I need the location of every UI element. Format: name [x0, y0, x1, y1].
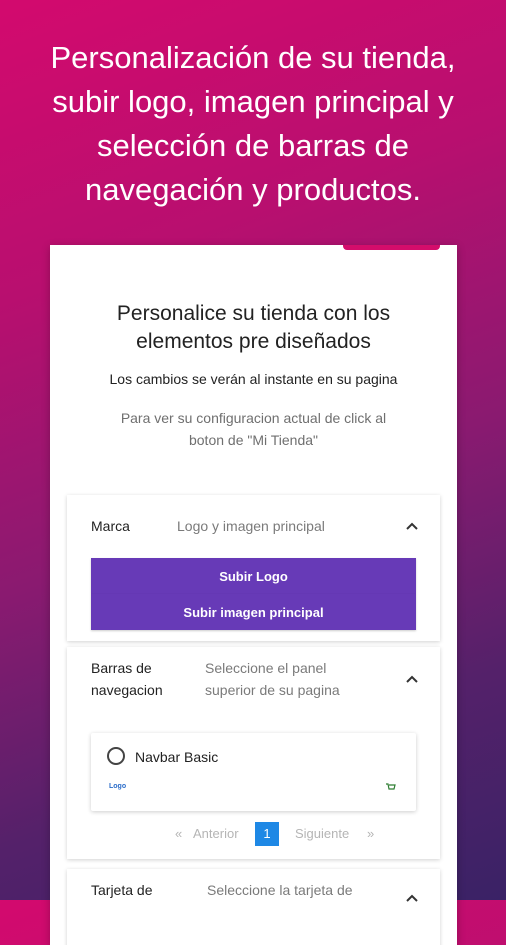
navbars-panel: Barras de navegacion Seleccione el panel…: [67, 647, 440, 859]
headline-line-3: selección de barras de: [97, 128, 409, 163]
navbars-label-line-2: navegacion: [91, 682, 163, 698]
pagination-page-1[interactable]: 1: [255, 822, 279, 846]
navbars-description: Seleccione el panel superior de su pagin…: [205, 657, 340, 701]
title-line-1: Personalice su tienda con los: [116, 302, 391, 325]
upload-main-image-button[interactable]: Subir imagen principal: [91, 594, 416, 630]
navbars-label: Barras de navegacion: [91, 657, 163, 701]
navbars-label-line-1: Barras de: [91, 660, 152, 676]
chevron-up-icon[interactable]: [405, 672, 419, 686]
tarjeta-panel: Tarjeta de Seleccione la tarjeta de: [67, 869, 440, 945]
headline-line-4: navegación y productos.: [84, 172, 422, 207]
pagination-prev-arrow[interactable]: «: [175, 823, 182, 845]
phone-screen-card: Personalice su tienda con los elementos …: [50, 245, 457, 945]
navbar-radio[interactable]: [107, 747, 125, 765]
navbar-option-label: Navbar Basic: [135, 749, 219, 765]
pagination-next[interactable]: Siguiente: [295, 823, 349, 845]
top-accent-bar: [343, 245, 440, 250]
pagination-prev[interactable]: Anterior: [193, 823, 239, 845]
cart-icon: [386, 783, 396, 790]
marca-description: Logo y imagen principal: [177, 518, 325, 534]
headline-line-2: subir logo, imagen principal y: [52, 84, 454, 119]
hint-line-2: boton de "Mi Tienda": [188, 432, 319, 448]
chevron-up-icon[interactable]: [405, 519, 419, 533]
title-line-2: elementos pre diseñados: [136, 330, 371, 353]
marca-panel: Marca Logo y imagen principal Subir Logo…: [67, 495, 440, 641]
tarjeta-label: Tarjeta de: [91, 882, 153, 898]
navbars-desc-line-1: Seleccione el panel: [205, 660, 327, 676]
pagination-next-arrow[interactable]: »: [367, 823, 374, 845]
page-subtitle: Los cambios se verán al instante en su p…: [109, 371, 398, 387]
promo-headline: Personalización de su tienda, subir logo…: [0, 36, 506, 212]
mini-logo-icon: Logo: [109, 783, 126, 790]
page-hint: Para ver su configuracion actual de clic…: [80, 407, 427, 451]
chevron-up-icon[interactable]: [405, 891, 419, 905]
pagination: « Anterior 1 Siguiente »: [67, 822, 440, 846]
mini-logo-text: Logo: [109, 783, 127, 790]
headline-line-1: Personalización de su tienda,: [50, 40, 456, 75]
upload-logo-button[interactable]: Subir Logo: [91, 558, 416, 594]
navbars-desc-line-2: superior de su pagina: [205, 682, 340, 698]
tarjeta-description: Seleccione la tarjeta de: [207, 882, 353, 898]
page-title: Personalice su tienda con los elementos …: [50, 300, 457, 356]
navbar-option-card[interactable]: Navbar Basic Logo: [91, 733, 416, 811]
marca-label: Marca: [91, 518, 130, 534]
hint-line-1: Para ver su configuracion actual de clic…: [120, 410, 387, 426]
